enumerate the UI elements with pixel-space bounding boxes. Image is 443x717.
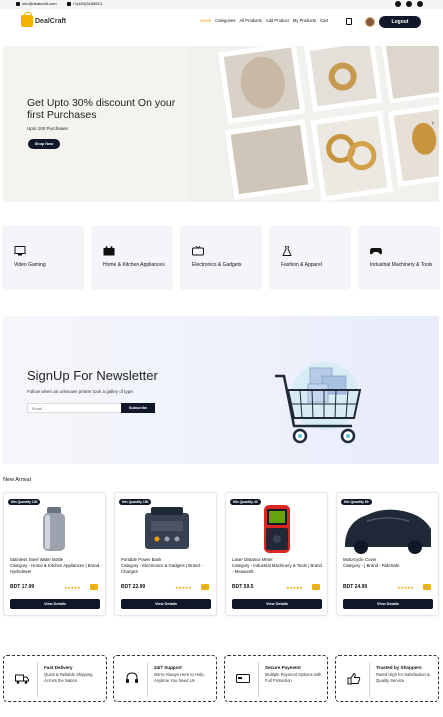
product-name: Motorcycle Cover Category - | Brand - Ri… <box>343 557 400 568</box>
product-price: BDT 17.99 <box>10 584 35 590</box>
feature-fast-delivery: Fast Delivery Quick & Reliable Shipping … <box>3 655 107 702</box>
truck-icon <box>15 674 29 684</box>
rating-stars: ★★★★★ <box>286 585 303 590</box>
add-to-cart-icon[interactable]: 🛒 <box>201 584 209 590</box>
rating-stars: ★★★★★ <box>175 585 192 590</box>
view-details-button[interactable]: View Details <box>343 599 433 609</box>
logout-button[interactable]: Logout <box>379 16 421 28</box>
envelope-icon <box>16 1 20 6</box>
min-quantity-badge: Min Quantity 80 <box>341 499 372 505</box>
tv-icon <box>192 246 204 256</box>
product-name: Stainless Steel Water Bottle Category - … <box>10 557 102 574</box>
rating-stars: ★★★★★ <box>64 585 81 590</box>
facebook-icon[interactable] <box>395 1 401 7</box>
divider <box>369 662 370 697</box>
main-nav: Home Categories All Products Add Product… <box>200 18 328 23</box>
feature-secure-payment: Secure Payment Multiple Payment Options … <box>224 655 328 702</box>
dress-icon <box>282 246 292 256</box>
top-info-bar: info@dealcraft.com +1(404)3185613 <box>0 0 443 9</box>
product-name: Portable Power Bank Category - Electroni… <box>121 557 203 574</box>
envelope-icon[interactable] <box>417 1 423 7</box>
phone-icon <box>66 1 71 6</box>
category-fashion[interactable]: Fashion & Apparel <box>269 226 351 290</box>
contact-email[interactable]: info@dealcraft.com <box>16 1 57 6</box>
brand-logo[interactable]: DealCraft <box>21 12 67 27</box>
nav-add-product[interactable]: Add Product <box>266 18 289 23</box>
gamepad-icon <box>370 248 382 255</box>
thumbs-up-icon <box>347 672 361 685</box>
category-list: Video Gaming Home & Kitchen Appliances E… <box>2 226 440 290</box>
rating-stars: ★★★★★ <box>397 585 414 590</box>
category-industrial[interactable]: Industrial Machinery & Tools <box>358 226 440 290</box>
monitor-icon <box>14 246 26 256</box>
product-price: BDT 59.5 <box>232 584 254 590</box>
shop-now-button[interactable]: Shop Now <box>28 139 60 149</box>
nav-cart[interactable]: Cart <box>320 18 328 23</box>
view-details-button[interactable]: View Details <box>10 599 100 609</box>
nav-all-products[interactable]: All Products <box>239 18 261 23</box>
shopping-cart-illustration <box>275 362 362 444</box>
product-price: BDT 24.99 <box>343 584 368 590</box>
product-name: Laser Distance Meter Category - Industri… <box>232 557 322 574</box>
nav-my-products[interactable]: My Products <box>293 18 316 23</box>
product-image-laser-meter <box>264 505 290 553</box>
nav-categories[interactable]: Categories <box>215 18 235 23</box>
min-quantity-badge: Min Quantity 150 <box>119 499 152 505</box>
brand-name: DealCraft <box>35 17 67 25</box>
contact-phone[interactable]: +1(404)3185613 <box>66 1 102 6</box>
stove-icon <box>103 246 115 256</box>
add-to-cart-icon[interactable]: 🛒 <box>312 584 320 590</box>
site-header: DealCraft Home Categories All Products A… <box>0 9 443 36</box>
product-card[interactable]: Min Quantity 120 Stainless Steel Water B… <box>3 492 106 616</box>
section-title: New Arrival <box>3 477 31 483</box>
product-image-bottle <box>43 507 65 551</box>
product-price: BDT 22.99 <box>121 584 146 590</box>
email-field[interactable]: Email <box>27 403 122 413</box>
view-details-button[interactable]: View Details <box>121 599 211 609</box>
min-quantity-badge: Min Quantity 40 <box>230 499 261 505</box>
product-image-power-bank <box>145 507 189 549</box>
category-home-kitchen[interactable]: Home & Kitchen Appliances <box>91 226 173 290</box>
newsletter-title: SignUp For Newsletter <box>27 368 158 383</box>
newsletter-subtitle: Follow when an unknown printer took a ga… <box>27 389 135 394</box>
divider <box>147 662 148 697</box>
product-card[interactable]: Min Quantity 40 Laser Distance Meter Cat… <box>225 492 328 616</box>
subscribe-button[interactable]: Subscribe <box>121 403 155 413</box>
nav-home[interactable]: Home <box>200 18 211 23</box>
newsletter-section: SignUp For Newsletter Follow when an unk… <box>2 316 439 464</box>
product-image-motorcycle-cover <box>345 509 431 554</box>
feature-trusted: Trusted by Shoppers Rated High for Satis… <box>335 655 439 702</box>
product-card[interactable]: Min Quantity 150 Portable Power Bank Cat… <box>114 492 217 616</box>
card-icon <box>236 674 250 683</box>
hero-subtitle: Upto 100 Purchases <box>27 126 68 131</box>
hero-banner: Get Upto 30% discount On your first Purc… <box>3 46 439 202</box>
divider <box>37 662 38 697</box>
chevron-right-icon[interactable]: › <box>432 120 434 127</box>
headset-icon <box>126 672 138 683</box>
hero-jewelry-image <box>189 46 439 202</box>
product-card[interactable]: Min Quantity 80 Motorcycle Cover Categor… <box>336 492 439 616</box>
category-electronics[interactable]: Electronics & Gadgets <box>180 226 262 290</box>
hero-title: Get Upto 30% discount On your first Purc… <box>27 97 176 121</box>
avatar[interactable] <box>365 17 375 27</box>
cart-icon[interactable] <box>346 18 352 25</box>
add-to-cart-icon[interactable]: 🛒 <box>90 584 98 590</box>
shopping-bag-icon <box>21 12 33 27</box>
divider <box>258 662 259 697</box>
feature-support: 24/7 Support We're Always Here to Help, … <box>113 655 217 702</box>
min-quantity-badge: Min Quantity 120 <box>8 499 41 505</box>
add-to-cart-icon[interactable]: 🛒 <box>423 584 431 590</box>
instagram-icon[interactable] <box>406 1 412 7</box>
category-video-gaming[interactable]: Video Gaming <box>2 226 84 290</box>
view-details-button[interactable]: View Details <box>232 599 322 609</box>
